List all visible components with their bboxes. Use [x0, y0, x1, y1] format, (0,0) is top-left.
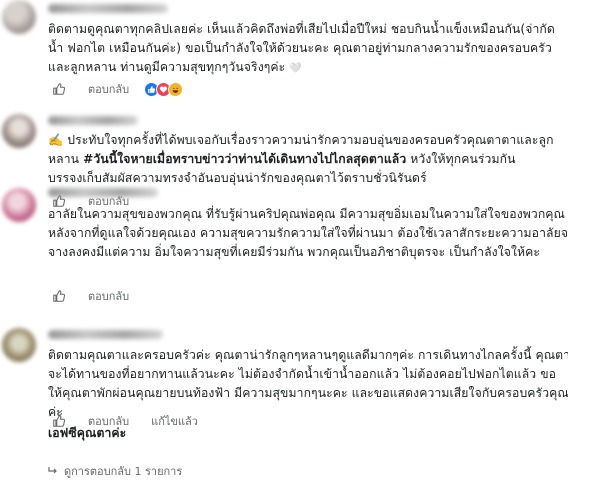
comment-text: ✍️ ประทับใจทุกครั้งที่ได้พบเจอกับเรื่องร…	[48, 131, 568, 188]
comment-line: จางลงคงมีแต่ความ อิ่มใจความสุขที่เคยมีร่…	[48, 245, 541, 259]
thumbs-up-icon	[53, 83, 66, 95]
comment-line: จะได้ทานของที่อยากทานแล้วนะคะ ไม่ต้องจำก…	[48, 367, 557, 381]
reply-arrow-icon	[48, 467, 57, 474]
reply-button[interactable]: ตอบกลับ	[88, 412, 129, 430]
white-heart-emoji: 🤍	[289, 63, 302, 74]
comment-line-text: และลูกหลาน ท่านดูมีความสุขทุกๆวันจริงๆค่…	[48, 60, 286, 74]
avatar[interactable]	[2, 328, 36, 362]
comment-text-plain: หวังให้ทุกคนร่วมกัน	[406, 152, 516, 166]
comment-line: ✍️ ประทับใจทุกครั้งที่ได้พบเจอกับเรื่องร…	[48, 133, 554, 147]
reaction-summary[interactable]	[144, 81, 184, 97]
comment-text: อาลัยในความสุขของพวกคุณ ที่รับรู้ผ่านคริ…	[48, 205, 568, 262]
avatar[interactable]	[2, 0, 36, 34]
thumbs-up-icon	[53, 290, 66, 302]
comment-actions: ตอบกลับ	[52, 286, 151, 306]
comment-line: บรรจงเก็บสัมผัสความทรงจำอันอบอุ่นน่ารักข…	[48, 171, 427, 185]
like-button[interactable]	[52, 82, 66, 96]
hashtag-link[interactable]: #วันนี้ใจหายเมื่อทราบข่าวว่าท่านได้เดินท…	[83, 152, 406, 166]
comment-line: และลูกหลาน ท่านดูมีความสุขทุกๆวันจริงๆค่…	[48, 58, 568, 78]
comment-line: ติดตามดูคุณตาทุกคลิปเลยค่ะ เห็นแล้วคิดถึ…	[48, 22, 555, 36]
reply-button[interactable]: ตอบกลับ	[88, 287, 129, 305]
comment-line: น้ำ ฟอกไต เหมือนกันค่ะ) ขอเป็นกำลังใจให้…	[48, 41, 552, 55]
haha-reaction-icon	[168, 81, 184, 97]
commenter-name-blurred[interactable]	[48, 188, 158, 197]
reply-button[interactable]: ตอบกลับ	[88, 80, 129, 98]
commenter-name-blurred[interactable]	[48, 4, 168, 13]
comment-actions: ตอบกลับ	[52, 79, 184, 99]
thumbs-up-icon	[53, 415, 66, 427]
comment-text: ติดตามดูคุณตาทุกคลิปเลยค่ะ เห็นแล้วคิดถึ…	[48, 20, 568, 78]
avatar[interactable]	[2, 114, 36, 148]
view-replies-label: ดูการตอบกลับ 1 รายการ	[64, 465, 183, 478]
comment-text-plain: หลาน	[48, 152, 84, 166]
like-button[interactable]	[52, 289, 66, 303]
commenter-name-blurred[interactable]	[48, 116, 138, 125]
comment-actions: ตอบกลับ แก้ไขแล้ว	[52, 411, 220, 431]
commenter-name-blurred[interactable]	[48, 330, 163, 339]
comment-line: ติดตามคุณตาและครอบครัวค่ะ คุณตาน่ารักลูก…	[48, 348, 568, 362]
avatar[interactable]	[2, 188, 36, 222]
comment-line: หลาน #วันนี้ใจหายเมื่อทราบข่าวว่าท่านได้…	[48, 150, 568, 169]
edited-label: แก้ไขแล้ว	[151, 415, 198, 428]
view-replies-link[interactable]: ดูการตอบกลับ 1 รายการ	[48, 462, 182, 480]
comment-line: อาลัยในความสุขของพวกคุณ ที่รับรู้ผ่านคริ…	[48, 207, 565, 221]
comment-line: ให้คุณตาพักผ่อนคุณยายบนท้องฟ้า มีความสุข…	[48, 386, 568, 400]
like-button[interactable]	[52, 414, 66, 428]
comment-line: หลังจากที่ดูแลใจด้วยคุณเอง ความสุขความรั…	[48, 226, 568, 240]
